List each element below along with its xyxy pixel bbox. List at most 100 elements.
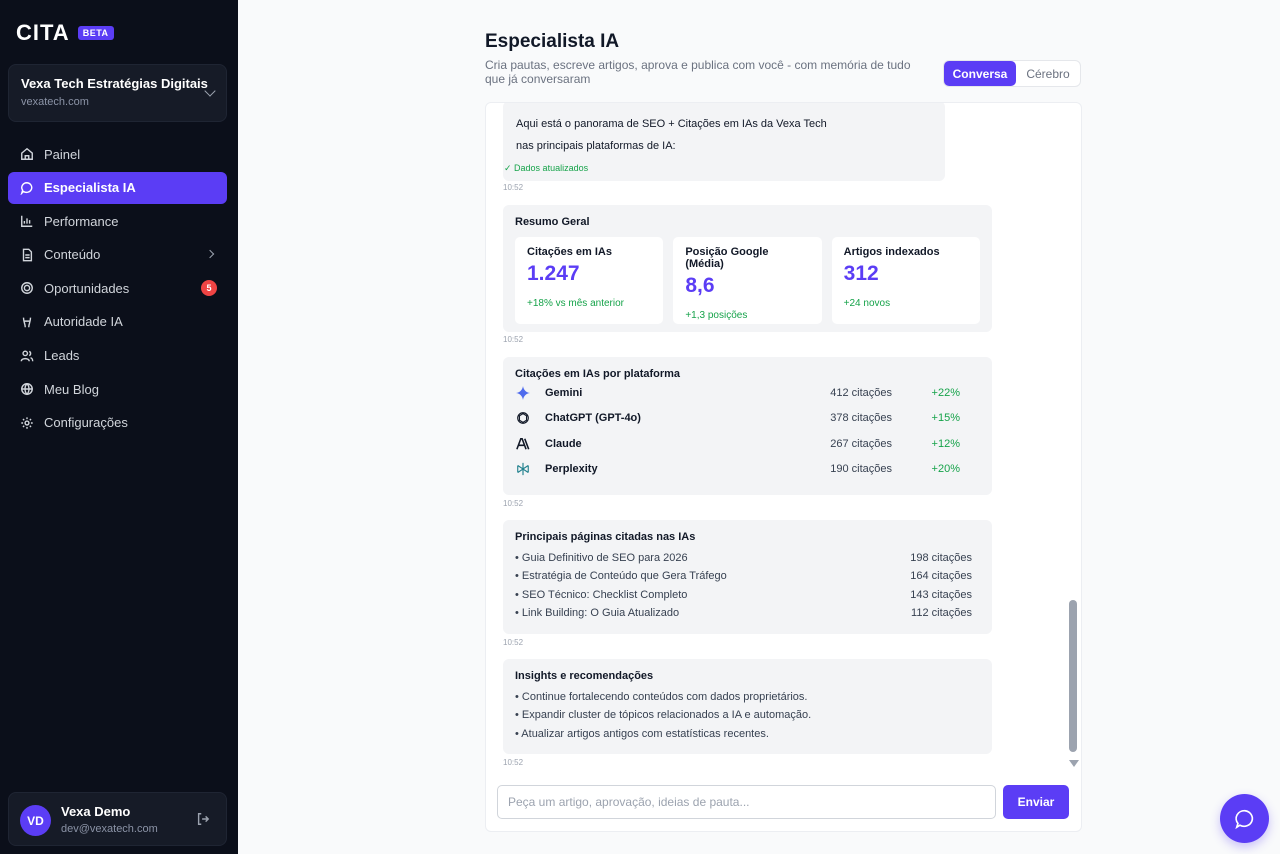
pages-title: Principais páginas citadas nas IAs [515,531,696,543]
platform-growth: +22% [931,386,960,399]
sidebar-item-label: Meu Blog [44,381,99,397]
avatar: VD [20,805,51,836]
tab-conversa[interactable]: Conversa [944,61,1016,86]
beta-badge: BETA [77,26,114,40]
document-icon [20,248,34,262]
stat-value: 312 [843,262,879,285]
chat-panel: Aqui está o panorama de SEO + Citações e… [485,102,1082,832]
sidebar-nav: Painel Especialista IA Performance Conte… [8,138,227,440]
page-name: • Estratégia de Conteúdo que Gera Tráfeg… [515,570,727,583]
sidebar-item-label: Autoridade IA [44,314,123,330]
platform-name: Perplexity [545,463,598,476]
stat-delta: +24 novos [843,298,891,309]
intro-line-2: nas principais plataformas de IA: [516,140,676,152]
message-timestamp: 10:52 [503,499,524,508]
status-badge: ✓ Dados atualizados [504,163,589,173]
pages-card: Principais páginas citadas nas IAs • Gui… [503,520,992,634]
page-name: • SEO Técnico: Checklist Completo [515,588,688,601]
account-domain: vexatech.com [21,96,89,108]
gemini-icon [515,385,531,401]
platforms-title: Citações em IAs por plataforma [515,368,681,380]
list-item: • Link Building: O Guia Atualizado 112 c… [515,604,980,622]
account-name: Vexa Tech Estratégias Digitais [21,76,208,91]
anthropic-icon [515,436,531,452]
users-icon [20,349,34,363]
sidebar-item-label: Performance [44,213,119,229]
sidebar-item-configuracoes[interactable]: Configurações [8,407,227,439]
chat-bubble-icon [1234,809,1253,829]
home-icon [20,147,34,161]
sidebar-item-conteudo[interactable]: Conteúdo [8,239,227,271]
insights-title: Insights e recomendações [515,670,654,682]
page-subtitle: Cria pautas, escreve artigos, aprova e p… [485,58,911,86]
perplexity-icon [515,461,531,477]
list-item: • Atualizar artigos antigos com estatíst… [515,727,769,740]
insights-card: Insights e recomendações • Continue fort… [503,659,992,754]
tab-cerebro[interactable]: Cérebro [1016,61,1080,86]
page-count: 164 citações [910,570,972,583]
sidebar-item-especialista-ia[interactable]: Especialista IA [8,171,227,204]
list-item: • Guia Definitivo de SEO para 2026 198 c… [515,549,980,567]
page-count: 112 citações [911,607,972,620]
openai-icon [515,410,531,426]
list-item: ChatGPT (GPT-4o) 378 citações +15% [515,406,980,432]
gear-icon [20,416,34,430]
sidebar-item-label: Especialista IA [44,180,136,196]
platform-name: ChatGPT (GPT-4o) [545,412,641,425]
chat-launcher-button[interactable] [1220,794,1269,843]
logo-text: CITA [16,20,70,45]
stat-card: Artigos indexados 312 +24 novos [831,237,980,324]
logo[interactable]: CITA BETA [16,20,114,46]
message-timestamp: 10:52 [503,638,524,647]
page-count: 143 citações [910,588,972,601]
sidebar-item-label: Conteúdo [44,247,101,263]
platform-count: 190 citações [830,463,892,476]
stat-label: Citações em IAs [527,246,612,258]
stat-label: Posição Google (Média) [685,246,769,270]
sidebar-item-oportunidades[interactable]: Oportunidades 5 [8,272,227,304]
sidebar-item-autoridade-ia[interactable]: Autoridade IA [8,306,227,338]
view-toggle: Conversa Cérebro [943,60,1081,87]
message-input[interactable] [497,785,996,819]
stat-value: 1.247 [527,262,580,285]
message-timestamp: 10:52 [503,335,524,344]
sidebar-item-label: Oportunidades [44,280,130,296]
send-button[interactable]: Enviar [1003,785,1069,819]
platform-count: 267 citações [830,437,892,450]
scroll-down-icon[interactable] [1069,760,1079,767]
summary-title: Resumo Geral [515,216,590,228]
page-count: 198 citações [910,552,972,564]
globe-icon [20,382,34,396]
sidebar-item-label: Configurações [44,415,128,431]
bar-chart-icon [20,214,34,228]
platform-name: Gemini [545,386,583,399]
account-switcher[interactable]: Vexa Tech Estratégias Digitais vexatech.… [8,64,227,122]
intro-message: Aqui está o panorama de SEO + Citações e… [503,103,945,181]
list-item: • SEO Técnico: Checklist Completo 143 ci… [515,586,980,604]
sidebar-item-painel[interactable]: Painel [8,138,227,170]
platform-name: Claude [545,437,582,450]
sidebar-item-label: Painel [44,146,81,162]
award-icon [20,315,34,329]
sidebar-item-label: Leads [44,348,80,364]
user-card: VD Vexa Demo dev@vexatech.com [8,792,227,846]
sidebar-item-performance[interactable]: Performance [8,205,227,237]
platform-count: 412 citações [830,386,892,399]
list-item: • Estratégia de Conteúdo que Gera Tráfeg… [515,567,980,585]
list-item: • Expandir cluster de tópicos relacionad… [515,709,812,722]
stat-label: Artigos indexados [843,246,940,258]
platform-growth: +12% [931,437,960,450]
sidebar: CITA BETA Vexa Tech Estratégias Digitais… [0,0,238,854]
sidebar-item-leads[interactable]: Leads [8,340,227,372]
logout-icon[interactable] [196,812,210,826]
stat-value: 8,6 [685,274,715,297]
platform-count: 378 citações [830,412,892,425]
user-email: dev@vexatech.com [61,823,158,835]
list-item: Gemini 412 citações +22% [515,380,980,406]
scrollbar-thumb[interactable] [1069,600,1077,752]
sidebar-item-meu-blog[interactable]: Meu Blog [8,373,227,405]
chevron-right-icon [205,249,215,259]
message-timestamp: 10:52 [503,758,524,767]
chat-icon [20,181,34,195]
list-item: Claude 267 citações +12% [515,431,980,457]
